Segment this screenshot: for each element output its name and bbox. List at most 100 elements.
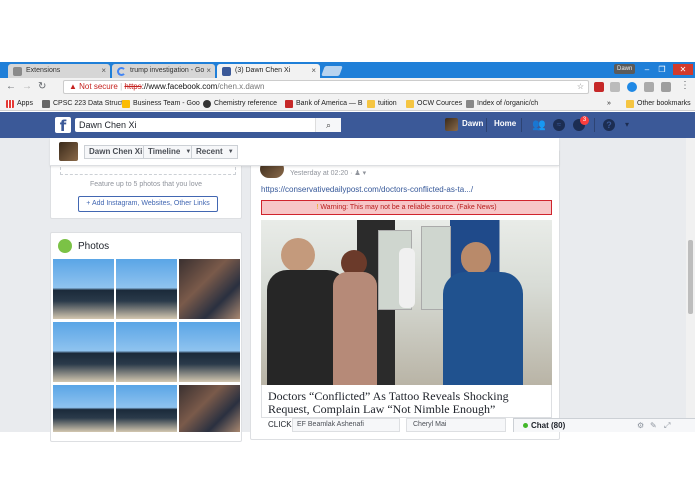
- bookmark-star-icon[interactable]: ☆: [577, 81, 584, 93]
- close-tab-icon[interactable]: ×: [206, 64, 211, 78]
- tab-title: Extensions: [26, 67, 61, 74]
- notification-badge: 3: [580, 116, 589, 125]
- reload-icon[interactable]: ↻: [38, 81, 46, 92]
- photo-thumbnail[interactable]: [53, 322, 114, 382]
- scrollbar-thumb[interactable]: [688, 240, 693, 314]
- search-input[interactable]: Dawn Chen Xi ⌕: [75, 118, 341, 132]
- page-icon: [466, 100, 474, 108]
- compose-icon[interactable]: ✎: [650, 419, 657, 432]
- divider: [486, 118, 487, 132]
- recent-dropdown[interactable]: Recent ▼: [191, 145, 238, 159]
- maximize-icon[interactable]: ❐: [656, 64, 668, 75]
- bookmark-ocw[interactable]: OCW Cources: [406, 99, 462, 109]
- photo-thumbnail[interactable]: [116, 322, 177, 382]
- messenger-ext-icon[interactable]: [627, 82, 637, 92]
- online-dot-icon: [523, 423, 528, 428]
- url-scheme: https: [124, 82, 142, 91]
- extension-icon[interactable]: [610, 82, 620, 92]
- loading-icon: [117, 67, 126, 76]
- screenshot: Extensions × trump investigation - Go × …: [0, 0, 695, 494]
- search-value: Dawn Chen Xi: [79, 120, 137, 130]
- expand-icon[interactable]: ⤢: [664, 419, 670, 432]
- profile-link[interactable]: Dawn: [462, 119, 483, 128]
- divider: [594, 118, 595, 132]
- browser-toolbar: ← → ↻ ▲ Not secure | https://www.faceboo…: [0, 78, 695, 97]
- page-icon: [203, 100, 211, 108]
- address-bar[interactable]: ▲ Not secure | https://www.facebook.com/…: [63, 80, 589, 94]
- new-tab-button[interactable]: [321, 66, 343, 76]
- bank-icon: [285, 100, 293, 108]
- close-tab-icon[interactable]: ×: [311, 64, 316, 78]
- chat-ext-icon[interactable]: [644, 82, 654, 92]
- photo-thumbnail[interactable]: [53, 259, 114, 319]
- warning-icon: !: [316, 204, 319, 211]
- folder-icon: [406, 100, 414, 108]
- divider: [521, 118, 522, 132]
- tab-title: (3) Dawn Chen Xi: [235, 67, 291, 74]
- apps-grid-icon: [6, 100, 14, 108]
- bookmark-other[interactable]: Other bookmarks: [626, 99, 691, 109]
- post-link[interactable]: https://conservativedailypost.com/doctor…: [261, 185, 473, 194]
- avatar[interactable]: [445, 118, 458, 131]
- featured-photos-slot[interactable]: [60, 167, 236, 175]
- fake-news-warning: ! Warning: This may not be a reliable so…: [261, 200, 552, 215]
- bookmark-business-team[interactable]: Business Team - Goo: [122, 99, 200, 109]
- audience-icon[interactable]: ♟ ▾: [354, 170, 366, 177]
- profile-avatar[interactable]: [59, 142, 78, 161]
- gear-icon[interactable]: ⚙: [637, 419, 644, 432]
- bookmarks-overflow[interactable]: »: [607, 99, 611, 109]
- profile-button[interactable]: Dawn: [614, 64, 636, 74]
- timeline-dropdown[interactable]: Timeline ▼: [143, 145, 196, 159]
- bookmark-cpsc[interactable]: CPSC 223 Data Struct: [42, 99, 123, 109]
- help-icon[interactable]: ?: [603, 119, 615, 131]
- post-timestamp[interactable]: Yesterday at 02:20 · ♟ ▾: [290, 169, 366, 177]
- chat-sidebar-toggle[interactable]: Chat (80) ⚙ ✎ ⤢: [513, 418, 695, 432]
- security-label: Not secure: [79, 82, 118, 91]
- post-cta[interactable]: CLICK: [268, 420, 292, 429]
- profile-name-button[interactable]: Dawn Chen Xi: [84, 145, 148, 159]
- post-headline[interactable]: Doctors “Conflicted” As Tattoo Reveals S…: [268, 390, 550, 416]
- bookmark-tuition[interactable]: tuition: [367, 99, 397, 109]
- messenger-icon[interactable]: ≈: [553, 119, 565, 131]
- home-link[interactable]: Home: [494, 119, 516, 128]
- search-icon[interactable]: ⌕: [315, 118, 341, 132]
- photo-thumbnail[interactable]: [116, 259, 177, 319]
- facebook-logo[interactable]: f: [55, 117, 71, 135]
- photo-thumbnail[interactable]: [179, 322, 240, 382]
- menu-icon[interactable]: ⋮: [680, 80, 690, 91]
- timeline-sticky-header: Dawn Chen Xi Timeline ▼ Recent ▼: [50, 138, 559, 166]
- cast-icon[interactable]: [661, 82, 671, 92]
- facebook-header: f Dawn Chen Xi ⌕ Dawn Home 👥 ≈ 3 ? ▾: [0, 112, 695, 138]
- drive-icon: [122, 100, 130, 108]
- photo-thumbnail[interactable]: [53, 385, 114, 432]
- tab-title: trump investigation - Go: [130, 67, 205, 74]
- tab-facebook[interactable]: (3) Dawn Chen Xi ×: [217, 64, 320, 78]
- bookmark-apps[interactable]: Apps: [6, 99, 33, 109]
- photo-thumbnail[interactable]: [116, 385, 177, 432]
- tab-google-search[interactable]: trump investigation - Go ×: [112, 64, 215, 78]
- close-tab-icon[interactable]: ×: [101, 64, 106, 78]
- chat-tab-beamlak[interactable]: EF Beamlak Ashenafi: [292, 418, 400, 432]
- forward-icon[interactable]: →: [22, 81, 32, 92]
- bookmark-bank-of-america[interactable]: Bank of America — B: [285, 99, 363, 109]
- minimize-icon[interactable]: –: [641, 64, 653, 75]
- doctor-white-coat: [399, 248, 415, 308]
- bookmark-chemistry[interactable]: Chemistry reference: [203, 99, 277, 109]
- add-links-button[interactable]: + Add Instagram, Websites, Other Links: [78, 196, 218, 212]
- close-window-icon[interactable]: ✕: [673, 64, 693, 75]
- ublock-icon[interactable]: [594, 82, 604, 92]
- account-menu-icon[interactable]: ▾: [621, 119, 633, 131]
- link-preview-image[interactable]: [261, 220, 552, 385]
- photo-thumbnail[interactable]: [179, 259, 240, 319]
- photos-title[interactable]: Photos: [78, 241, 109, 252]
- url-path: /chen.x.dawn: [217, 82, 265, 91]
- tab-extensions[interactable]: Extensions ×: [8, 64, 110, 78]
- photo-thumbnail[interactable]: [179, 385, 240, 432]
- puzzle-icon: [13, 67, 22, 76]
- page-icon: [42, 100, 50, 108]
- bookmark-organic[interactable]: Index of /organic/ch: [466, 99, 538, 109]
- friend-requests-icon[interactable]: 👥: [532, 119, 546, 131]
- person-body: [333, 272, 377, 385]
- back-icon[interactable]: ←: [6, 81, 16, 92]
- chat-tab-cheryl[interactable]: Cheryl Mai: [406, 418, 506, 432]
